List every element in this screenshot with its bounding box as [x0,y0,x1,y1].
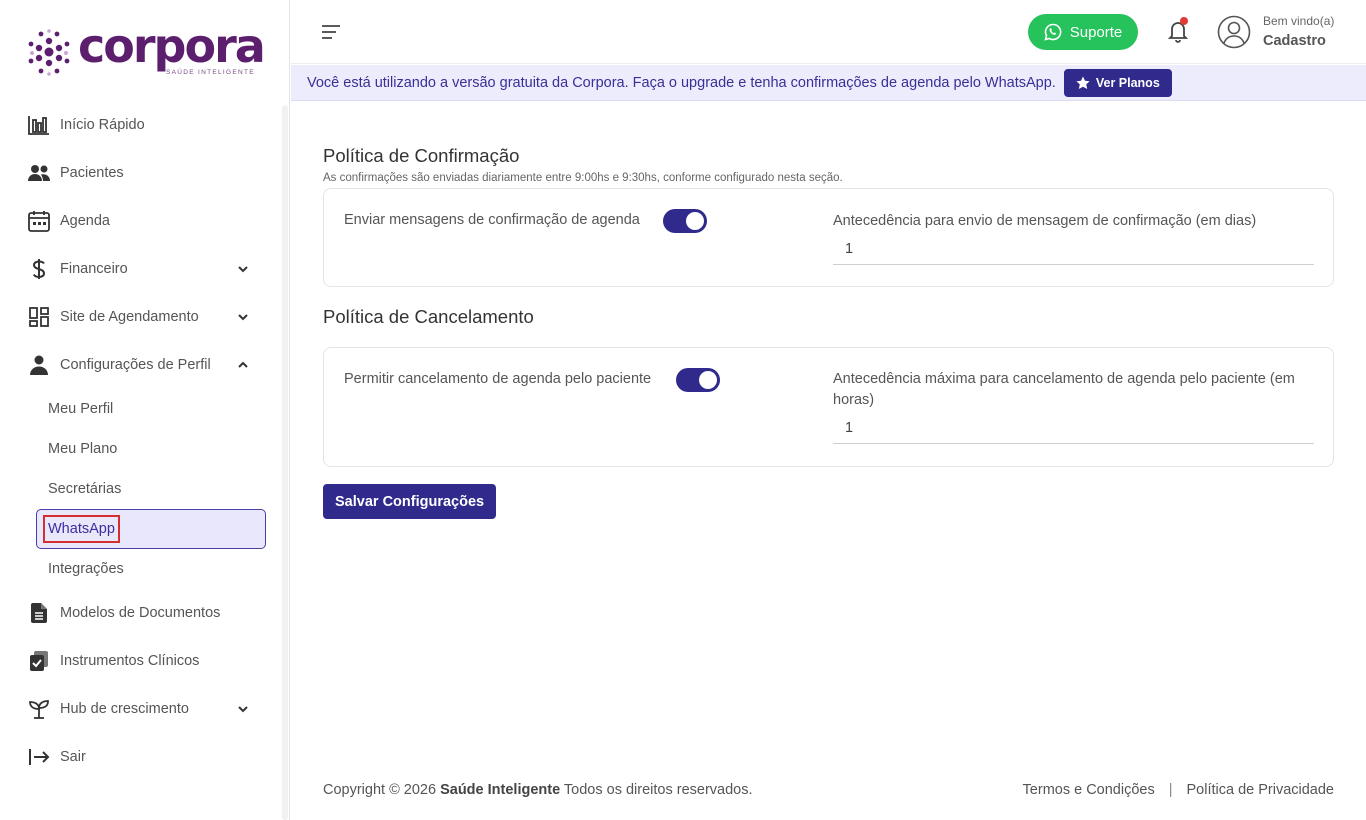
username[interactable]: Cadastro [1263,33,1326,49]
sidebar-subitem-integracoes[interactable]: Integrações [0,549,282,589]
cancellation-hours-input[interactable] [833,412,1314,444]
sidebar-item-modelos-documentos[interactable]: Modelos de Documentos [0,589,282,637]
footer-separator: | [1168,782,1173,798]
welcome-text: Bem vindo(a) [1263,14,1335,28]
logo-wordmark: corpora [78,19,266,73]
support-button-label: Suporte [1069,23,1123,41]
copyright-prefix: Copyright © 2026 [323,782,441,798]
sidebar-nav: Início Rápido Pacientes Agenda Financeir… [0,101,282,781]
confirmation-policy-title: Política de Confirmação [323,145,520,166]
corpora-logo[interactable]: corpora SAÚDE INTELIGENTE [26,20,266,81]
sidebar-item-inicio-rapido[interactable]: Início Rápido [0,101,282,149]
cancellation-hours-label: Antecedência máxima para cancelamento de… [833,371,1295,408]
sidebar-subitem-label: Meu Perfil [48,401,114,417]
send-confirmation-label: Enviar mensagens de confirmação de agend… [344,212,640,228]
logo-mark-icon [28,29,70,76]
sidebar-subitem-secretarias[interactable]: Secretárias [0,469,282,509]
sidebar-subitem-label: Integrações [48,561,124,577]
sidebar-item-label: Início Rápido [60,117,145,133]
logo-tagline: SAÚDE INTELIGENTE [166,69,255,76]
cancellation-policy-title: Política de Cancelamento [323,306,534,327]
view-plans-label: Ver Planos [1095,75,1160,90]
document-icon [28,602,50,624]
send-confirmation-toggle[interactable] [663,209,707,233]
sidebar-item-label: Modelos de Documentos [60,605,221,621]
notification-badge [1180,17,1188,25]
confirmation-days-input[interactable] [833,233,1314,265]
sidebar-item-agenda[interactable]: Agenda [0,197,282,245]
sidebar: corpora SAÚDE INTELIGENTE Início Rápido … [0,0,290,820]
chevron-down-icon [238,314,248,321]
sidebar-scrollbar[interactable] [282,105,288,820]
sidebar-item-configuracoes-perfil[interactable]: Configurações de Perfil [0,341,282,389]
cancellation-policy-card: Permitir cancelamento de agenda pelo pac… [323,347,1334,467]
sidebar-item-label: Agenda [60,213,110,229]
copyright-suffix: Todos os direitos reservados. [560,782,753,798]
user-icon [28,354,50,376]
sprout-icon [28,698,50,720]
users-icon [28,162,50,184]
copyright-brand: Saúde Inteligente [440,782,561,798]
user-avatar-icon[interactable] [1217,15,1251,49]
toggle-knob [699,371,717,389]
sidebar-item-label: Pacientes [60,165,124,181]
copyright: Copyright © 2026 Saúde Inteligente Todos… [323,782,753,798]
allow-cancellation-toggle[interactable] [676,368,720,392]
upgrade-banner-text: Você está utilizando a versão gratuita d… [307,74,1056,91]
dollar-icon [28,258,50,280]
footer-links: Termos e Condições | Política de Privaci… [1023,782,1334,798]
terms-link[interactable]: Termos e Condições [1023,782,1155,798]
calendar-icon [28,210,50,232]
sidebar-item-label: Financeiro [60,261,128,277]
sidebar-item-sair[interactable]: Sair [0,733,282,781]
sidebar-item-site-agendamento[interactable]: Site de Agendamento [0,293,282,341]
sidebar-item-financeiro[interactable]: Financeiro [0,245,282,293]
sidebar-subitem-meu-plano[interactable]: Meu Plano [0,429,282,469]
logout-icon [28,746,50,768]
toggle-knob [686,212,704,230]
sidebar-subitem-label: WhatsApp [43,515,120,543]
grid-icon [28,306,50,328]
clipboard-icon [28,650,50,672]
privacy-link[interactable]: Política de Privacidade [1187,782,1335,798]
star-icon [1076,76,1090,89]
menu-toggle-icon[interactable] [321,24,341,40]
chevron-up-icon [238,361,248,368]
sidebar-item-instrumentos-clinicos[interactable]: Instrumentos Clínicos [0,637,282,685]
sidebar-subitem-whatsapp[interactable]: WhatsApp [36,509,266,549]
save-settings-button[interactable]: Salvar Configurações [323,484,497,519]
sidebar-item-label: Sair [60,749,86,765]
confirmation-policy-card: Enviar mensagens de confirmação de agend… [323,188,1334,287]
whatsapp-icon [1044,23,1062,41]
upgrade-banner: Você está utilizando a versão gratuita d… [291,65,1366,101]
sidebar-item-label: Instrumentos Clínicos [60,653,200,669]
chevron-down-icon [238,266,248,273]
confirmation-days-label: Antecedência para envio de mensagem de c… [833,213,1257,229]
sidebar-item-pacientes[interactable]: Pacientes [0,149,282,197]
sidebar-item-label: Configurações de Perfil [60,357,211,373]
top-header: Suporte Bem vindo(a) Cadastro [291,0,1366,64]
confirmation-policy-subtitle: As confirmações são enviadas diariamente… [323,172,843,184]
sidebar-subitem-meu-perfil[interactable]: Meu Perfil [0,389,282,429]
chevron-down-icon [238,706,248,713]
support-button[interactable]: Suporte [1028,14,1138,50]
bar-chart-icon [28,114,50,136]
sidebar-item-label: Site de Agendamento [60,309,199,325]
sidebar-subitem-label: Secretárias [48,481,122,497]
sidebar-item-hub-crescimento[interactable]: Hub de crescimento [0,685,282,733]
sidebar-subitem-label: Meu Plano [48,441,118,457]
view-plans-button[interactable]: Ver Planos [1063,68,1172,97]
sidebar-item-label: Hub de crescimento [60,701,189,717]
allow-cancellation-label: Permitir cancelamento de agenda pelo pac… [344,371,652,387]
